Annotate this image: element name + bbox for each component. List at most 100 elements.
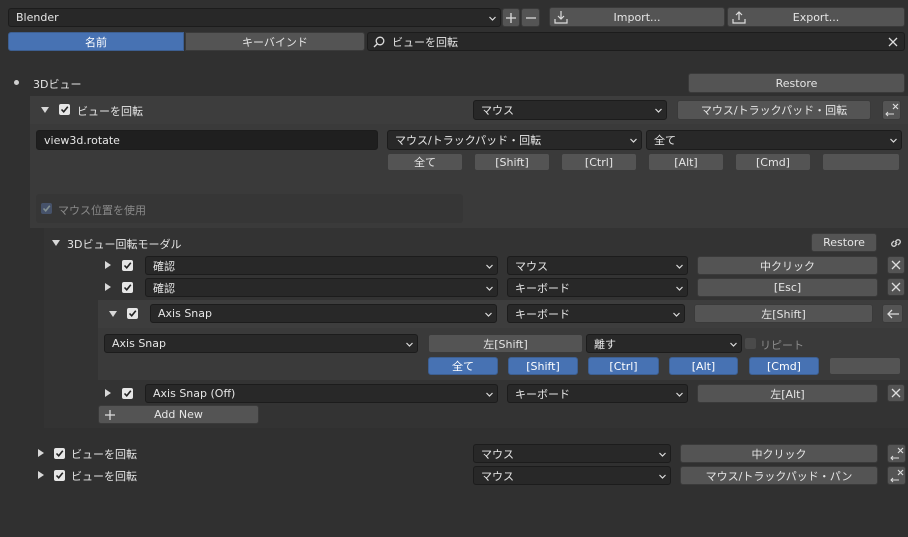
expand-triangle-icon[interactable] (38, 449, 44, 457)
export-button[interactable]: Export... (727, 7, 905, 27)
modal-remove-button[interactable] (887, 384, 905, 402)
plus-icon (506, 12, 516, 23)
modal-name-dropdown[interactable]: Axis Snap (150, 304, 497, 323)
modal-name-dropdown[interactable]: 確認 (145, 256, 498, 275)
modal-key-label: 左[Alt] (770, 387, 805, 401)
modal-name-dropdown[interactable]: 確認 (145, 278, 498, 297)
modifier-alt-toggle[interactable]: [Alt] (648, 153, 724, 171)
modal-row-checkbox[interactable] (122, 388, 133, 399)
modifier-alt-toggle[interactable]: [Alt] (669, 357, 738, 375)
modal-item-name-dropdown[interactable]: Axis Snap (104, 334, 418, 353)
chevron-down-icon (659, 474, 666, 479)
modifier-any-toggle[interactable]: 全て (428, 357, 498, 375)
modal-key-label: 左[Shift] (761, 307, 806, 321)
modal-name-dropdown[interactable]: Axis Snap (Off) (145, 384, 498, 403)
operator-id-field[interactable]: view3d.rotate (36, 130, 378, 150)
key-modifier-field[interactable] (829, 357, 901, 375)
event-type-value: マウス/トラックパッド・回転 (395, 134, 542, 147)
event-value-dropdown[interactable]: 全て (646, 130, 902, 150)
modal-row-checkbox[interactable] (122, 282, 133, 293)
expand-triangle-icon[interactable] (105, 389, 111, 397)
modifier-ctrl-toggle[interactable]: [Ctrl] (561, 153, 637, 171)
remove-item-button[interactable] (882, 100, 901, 120)
collapse-triangle-icon[interactable] (41, 107, 49, 113)
section-title: 3Dビュー (33, 78, 82, 91)
chevron-down-icon (673, 312, 680, 317)
event-type-dropdown[interactable]: マウス/トラックパッド・回転 (387, 130, 642, 150)
expand-triangle-icon[interactable] (38, 471, 44, 479)
expand-triangle-icon[interactable] (105, 261, 111, 269)
event-button[interactable]: 中クリック (680, 444, 878, 463)
checkmark-icon (123, 390, 132, 398)
use-mouse-position-checkbox[interactable] (41, 203, 52, 214)
modal-type-dropdown[interactable]: キーボード (507, 384, 688, 403)
modal-row-checkbox[interactable] (122, 260, 133, 271)
clear-search-icon[interactable] (888, 37, 898, 47)
modal-type-dropdown[interactable]: マウス (507, 256, 688, 275)
modal-item-key-button[interactable]: 左[Shift] (428, 334, 583, 353)
add-preset-button[interactable] (502, 8, 520, 27)
modifier-shift-toggle[interactable]: [Shift] (474, 153, 550, 171)
search-input[interactable]: ビューを回転 (367, 32, 905, 51)
modal-row-checkbox[interactable] (127, 308, 138, 319)
modal-restore-button[interactable]: Restore (811, 233, 877, 252)
remove-item-button[interactable] (887, 444, 906, 463)
expand-triangle-icon[interactable] (105, 283, 111, 291)
modifier-any-toggle[interactable]: 全て (387, 153, 463, 171)
close-restore-icon (884, 103, 898, 117)
modifier-ctrl-toggle[interactable]: [Ctrl] (588, 357, 659, 375)
tab-keybind[interactable]: キーバインド (185, 32, 365, 51)
keymap-preset-dropdown[interactable]: Blender (8, 8, 501, 27)
event-button[interactable]: マウス/トラックパッド・回転 (677, 100, 871, 120)
event-label: マウス/トラックパッド・回転 (700, 104, 848, 117)
add-new-button[interactable]: Add New (98, 405, 259, 424)
import-button[interactable]: Import... (549, 7, 725, 27)
modal-type-value: マウス (515, 259, 548, 273)
tab-name[interactable]: 名前 (8, 32, 184, 51)
event-value-value: 全て (654, 134, 676, 147)
map-type-dropdown[interactable]: マウス (473, 466, 671, 485)
modal-remove-button[interactable] (887, 256, 905, 274)
collapse-triangle-icon[interactable] (109, 311, 117, 317)
map-type-dropdown[interactable]: マウス (473, 444, 671, 463)
modifier-any-label: 全て (414, 156, 436, 169)
tab-name-label: 名前 (85, 35, 107, 49)
modifier-cmd-toggle[interactable]: [Cmd] (749, 357, 819, 375)
close-icon (891, 260, 901, 270)
modal-key-label: [Esc] (773, 281, 802, 294)
modal-back-button[interactable] (882, 304, 903, 323)
modal-remove-button[interactable] (887, 278, 905, 296)
modifier-alt-label: [Alt] (674, 155, 698, 169)
import-label: Import... (613, 10, 661, 24)
link-icon (891, 239, 901, 247)
remove-item-button[interactable] (887, 466, 906, 485)
restore-button[interactable]: Restore (688, 73, 905, 93)
chevron-down-icon (676, 286, 683, 291)
item-active-checkbox[interactable] (54, 470, 65, 481)
item-active-checkbox[interactable] (59, 104, 70, 115)
item-active-checkbox[interactable] (54, 448, 65, 459)
close-icon (891, 282, 901, 292)
collapse-triangle-icon[interactable] (52, 240, 60, 246)
modifier-cmd-label: [Cmd] (756, 155, 790, 169)
remove-preset-button[interactable] (521, 8, 540, 27)
item-label: ビューを回転 (77, 105, 143, 118)
modal-key-button[interactable]: 中クリック (697, 256, 878, 275)
modifier-ctrl-label: [Ctrl] (584, 155, 614, 169)
modifier-cmd-toggle[interactable]: [Cmd] (735, 153, 811, 171)
modal-key-button[interactable]: 左[Shift] (694, 304, 873, 323)
repeat-checkbox[interactable] (745, 338, 756, 349)
export-icon (732, 11, 746, 24)
modifier-shift-toggle[interactable]: [Shift] (508, 357, 578, 375)
modal-key-button[interactable]: [Esc] (697, 278, 878, 297)
modal-name-value: Axis Snap (158, 307, 212, 320)
event-button[interactable]: マウス/トラックパッド・パン (680, 466, 878, 485)
map-type-dropdown[interactable]: マウス (473, 100, 667, 120)
modifier-alt-label: [Alt] (691, 359, 716, 373)
key-modifier-field[interactable] (822, 153, 900, 171)
modal-name-value: 確認 (153, 259, 175, 273)
modal-type-dropdown[interactable]: キーボード (507, 278, 688, 297)
modal-type-dropdown[interactable]: キーボード (507, 304, 685, 323)
modal-item-value-dropdown[interactable]: 離す (586, 334, 742, 353)
modal-key-button[interactable]: 左[Alt] (697, 384, 878, 403)
